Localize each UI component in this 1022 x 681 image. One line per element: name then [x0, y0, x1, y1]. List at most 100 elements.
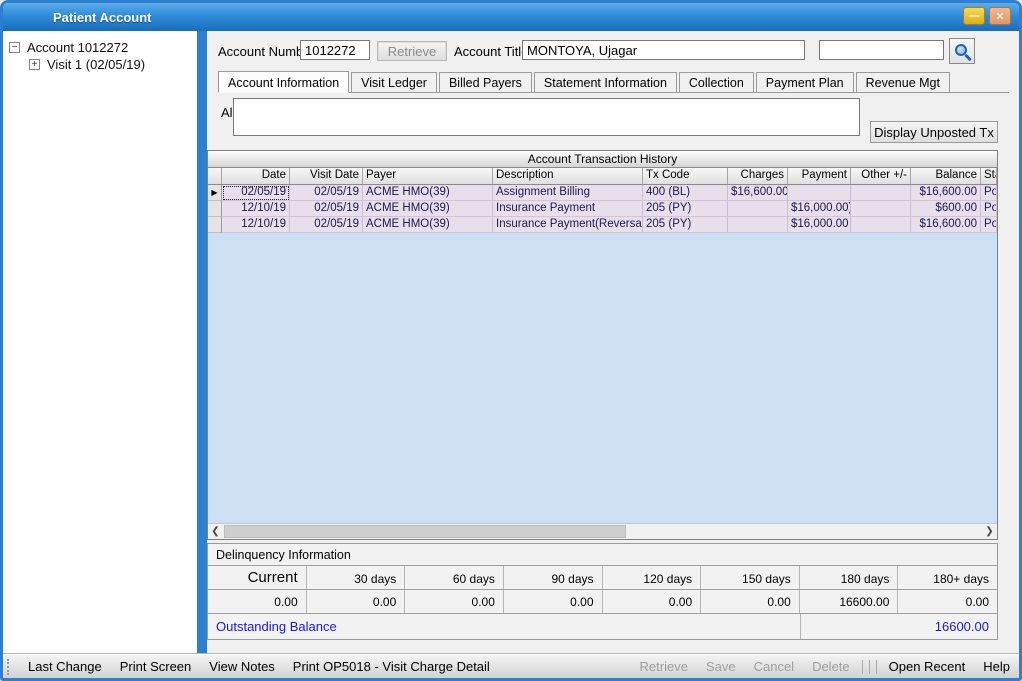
table-row[interactable]: ▶ 02/05/19 02/05/19 ACME HMO(39) Assignm…	[208, 185, 997, 201]
display-unposted-tx-button[interactable]: Display Unposted Tx	[870, 121, 998, 143]
cell-charges[interactable]	[728, 201, 788, 217]
statusbar-retrieve[interactable]: Retrieve	[631, 659, 697, 674]
scrollbar-thumb[interactable]	[224, 525, 626, 538]
tab-statement-information[interactable]: Statement Information	[534, 72, 677, 92]
statusbar-grip-icon[interactable]	[7, 659, 13, 675]
statusbar: Last Change Print Screen View Notes Prin…	[3, 654, 1019, 678]
account-number-input[interactable]	[300, 40, 370, 60]
row-selector[interactable]	[208, 201, 222, 217]
cell-visit-date[interactable]: 02/05/19	[290, 217, 363, 233]
statusbar-help[interactable]: Help	[974, 659, 1019, 674]
cell-status[interactable]: Po	[981, 217, 997, 233]
account-title-label: Account Title	[454, 44, 528, 59]
cell-payment[interactable]: $16,000.00)	[788, 201, 851, 217]
delq-col-150: 150 days	[701, 566, 800, 589]
tree-visit-label[interactable]: Visit 1 (02/05/19)	[45, 57, 147, 72]
delq-col-180: 180 days	[800, 566, 899, 589]
cell-charges[interactable]	[728, 217, 788, 233]
col-balance[interactable]: Balance	[911, 168, 981, 184]
cell-balance[interactable]: $16,600.00	[911, 185, 981, 201]
scroll-right-icon[interactable]: ❯	[982, 524, 997, 539]
table-row[interactable]: 12/10/19 02/05/19 ACME HMO(39) Insurance…	[208, 217, 997, 233]
col-charges[interactable]: Charges	[728, 168, 788, 184]
col-other[interactable]: Other +/-	[851, 168, 911, 184]
search-input[interactable]	[819, 40, 944, 60]
collapse-icon[interactable]: −	[9, 42, 20, 53]
close-button[interactable]: ✕	[989, 7, 1011, 25]
statusbar-print-op5018[interactable]: Print OP5018 - Visit Charge Detail	[284, 659, 499, 674]
tree-account-label[interactable]: Account 1012272	[25, 40, 130, 55]
horizontal-scrollbar[interactable]: ❮ ❯	[208, 523, 997, 539]
tab-billed-payers[interactable]: Billed Payers	[439, 72, 532, 92]
tree-item-visit[interactable]: + Visit 1 (02/05/19)	[29, 56, 197, 73]
col-tx-code[interactable]: Tx Code	[643, 168, 728, 184]
statusbar-view-notes[interactable]: View Notes	[200, 659, 284, 674]
table-row[interactable]: 12/10/19 02/05/19 ACME HMO(39) Insurance…	[208, 201, 997, 217]
cell-charges[interactable]: $16,600.00	[728, 185, 788, 201]
col-description[interactable]: Description	[493, 168, 643, 184]
tab-account-information[interactable]: Account Information	[218, 71, 349, 93]
col-payer[interactable]: Payer	[363, 168, 493, 184]
cell-date[interactable]: 12/10/19	[222, 217, 290, 233]
statusbar-last-change[interactable]: Last Change	[19, 659, 111, 674]
cell-visit-date[interactable]: 02/05/19	[290, 201, 363, 217]
cell-tx-code[interactable]: 205 (PY)	[643, 217, 728, 233]
cell-description[interactable]: Insurance Payment	[493, 201, 643, 217]
tab-strip: Account Information Visit Ledger Billed …	[218, 71, 1009, 93]
col-status[interactable]: Sta	[981, 168, 997, 184]
cell-description[interactable]: Assignment Billing	[493, 185, 643, 201]
cell-date[interactable]: 02/05/19	[222, 185, 290, 201]
alert-textarea[interactable]	[233, 98, 860, 136]
search-button[interactable]	[949, 38, 975, 64]
cell-description[interactable]: Insurance Payment(Reversal)	[493, 217, 643, 233]
cell-date[interactable]: 12/10/19	[222, 201, 290, 217]
cell-other[interactable]	[851, 185, 911, 201]
tree-item-account[interactable]: − Account 1012272	[9, 39, 197, 56]
col-visit-date[interactable]: Visit Date	[290, 168, 363, 184]
cell-balance[interactable]: $600.00	[911, 201, 981, 217]
cell-status[interactable]: Po	[981, 185, 997, 201]
statusbar-separator	[876, 660, 877, 674]
cell-visit-date[interactable]: 02/05/19	[290, 185, 363, 201]
delq-val-120: 0.00	[603, 590, 702, 613]
statusbar-print-screen[interactable]: Print Screen	[111, 659, 201, 674]
col-selector	[208, 168, 222, 184]
statusbar-open-recent[interactable]: Open Recent	[880, 659, 975, 674]
cell-other[interactable]	[851, 217, 911, 233]
statusbar-save[interactable]: Save	[697, 659, 745, 674]
cell-payer[interactable]: ACME HMO(39)	[363, 185, 493, 201]
retrieve-button[interactable]: Retrieve	[377, 41, 447, 61]
col-date[interactable]: Date	[222, 168, 290, 184]
col-payment[interactable]: Payment	[788, 168, 851, 184]
delq-val-180: 16600.00	[800, 590, 899, 613]
titlebar[interactable]: Patient Account — ✕	[3, 3, 1019, 31]
scrollbar-track[interactable]	[223, 524, 982, 539]
expand-icon[interactable]: +	[29, 59, 40, 70]
outstanding-balance-label: Outstanding Balance	[216, 619, 337, 634]
delq-val-current: 0.00	[208, 590, 307, 613]
scroll-left-icon[interactable]: ❮	[208, 524, 223, 539]
statusbar-delete[interactable]: Delete	[803, 659, 859, 674]
row-selector[interactable]	[208, 217, 222, 233]
cell-tx-code[interactable]: 205 (PY)	[643, 201, 728, 217]
cell-balance[interactable]: $16,600.00	[911, 217, 981, 233]
cell-tx-code[interactable]: 400 (BL)	[643, 185, 728, 201]
tab-payment-plan[interactable]: Payment Plan	[756, 72, 854, 92]
delq-val-180plus: 0.00	[898, 590, 997, 613]
account-title-input[interactable]	[522, 40, 805, 60]
cell-other[interactable]	[851, 201, 911, 217]
cell-status[interactable]: Po	[981, 201, 997, 217]
tab-visit-ledger[interactable]: Visit Ledger	[351, 72, 437, 92]
tab-collection[interactable]: Collection	[679, 72, 754, 92]
cell-payer[interactable]: ACME HMO(39)	[363, 217, 493, 233]
cell-payment[interactable]: $16,000.00	[788, 217, 851, 233]
tab-revenue-mgt[interactable]: Revenue Mgt	[856, 72, 950, 92]
delq-val-60: 0.00	[405, 590, 504, 613]
statusbar-cancel[interactable]: Cancel	[745, 659, 803, 674]
cell-payment[interactable]	[788, 185, 851, 201]
delq-col-90: 90 days	[504, 566, 603, 589]
minimize-button[interactable]: —	[963, 7, 985, 25]
row-pointer-icon[interactable]: ▶	[208, 185, 222, 201]
panel-splitter[interactable]	[197, 31, 207, 654]
cell-payer[interactable]: ACME HMO(39)	[363, 201, 493, 217]
